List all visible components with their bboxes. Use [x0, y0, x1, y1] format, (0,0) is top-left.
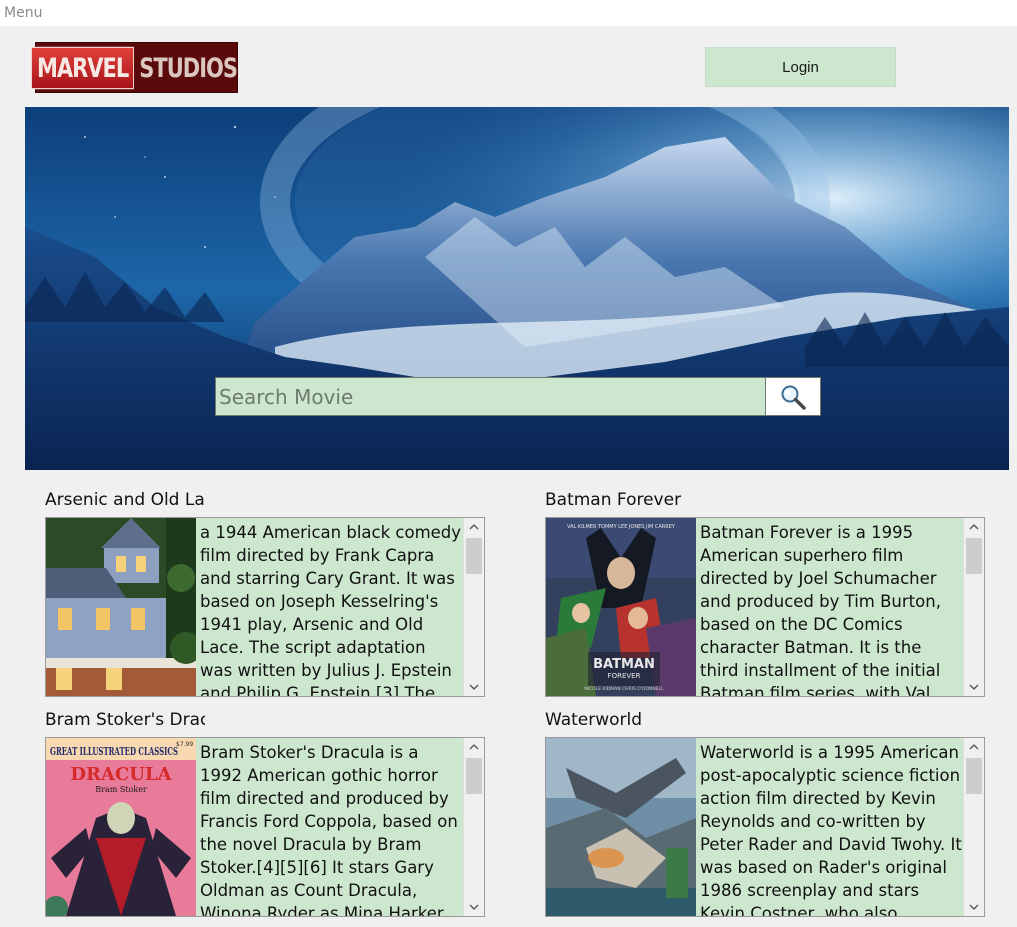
scrollbar[interactable]: [463, 738, 484, 916]
movie-card: Waterworld is a 1995 American post-apoca…: [545, 737, 985, 917]
scroll-down-arrow-icon[interactable]: [464, 678, 484, 696]
movie-description: Bram Stoker's Dracula is a 1992 American…: [200, 743, 458, 917]
scroll-up-arrow-icon[interactable]: [964, 738, 984, 756]
movie-description: a 1944 American black comedy film direct…: [200, 523, 462, 697]
movie-title: Arsenic and Old Lac: [45, 490, 205, 510]
movie-card: VAL KILMER TOMMY LEE JONES JIM CARREY BA…: [545, 517, 985, 697]
svg-text:GREAT ILLUSTRATED CLASSICS: GREAT ILLUSTRATED CLASSICS: [50, 745, 178, 758]
menu-button[interactable]: Menu: [4, 5, 42, 21]
scrollbar[interactable]: [963, 518, 984, 696]
scrollbar[interactable]: [963, 738, 984, 916]
logo-marvel-text: MARVEL: [30, 46, 135, 89]
scroll-down-arrow-icon[interactable]: [964, 898, 984, 916]
movie-poster: GREAT ILLUSTRATED CLASSICS $7.99 DRACULA…: [46, 738, 196, 916]
marvel-studios-logo: MARVEL STUDIOS: [30, 42, 238, 93]
movie-title: Waterworld: [545, 710, 643, 730]
search-button[interactable]: [765, 377, 821, 416]
scroll-up-arrow-icon[interactable]: [464, 518, 484, 536]
svg-text:BATMAN: BATMAN: [593, 657, 655, 672]
movie-description: Batman Forever is a 1995 American superh…: [700, 523, 941, 697]
scrollbar[interactable]: [463, 518, 484, 696]
scroll-down-arrow-icon[interactable]: [964, 678, 984, 696]
scrollbar-thumb[interactable]: [466, 538, 482, 574]
movie-description: Waterworld is a 1995 American post-apoca…: [700, 743, 962, 917]
scroll-up-arrow-icon[interactable]: [464, 738, 484, 756]
svg-text:DRACULA: DRACULA: [70, 764, 172, 785]
svg-text:VAL KILMER TOMMY LEE JONES: VAL KILMER TOMMY LEE JONES JIM CARREY: [567, 524, 676, 530]
scrollbar-thumb[interactable]: [966, 538, 982, 574]
scroll-up-arrow-icon[interactable]: [964, 518, 984, 536]
movie-poster: VAL KILMER TOMMY LEE JONES JIM CARREY BA…: [546, 518, 696, 696]
svg-text:$7.99: $7.99: [176, 741, 193, 748]
movie-poster: [46, 518, 196, 696]
movie-title: Batman Forever: [545, 490, 682, 510]
search-input[interactable]: [215, 377, 766, 416]
svg-text:FOREVER: FOREVER: [608, 672, 641, 680]
movie-title: Bram Stoker's Dracu: [45, 710, 205, 730]
magnifier-icon: [781, 385, 806, 410]
logo-studios-text: STUDIOS: [139, 52, 238, 83]
movie-card: a 1944 American black comedy film direct…: [45, 517, 485, 697]
scrollbar-thumb[interactable]: [466, 758, 482, 794]
movie-card: GREAT ILLUSTRATED CLASSICS $7.99 DRACULA…: [45, 737, 485, 917]
svg-text:NICOLE KIDMAN CHRIS O'DONNEL: NICOLE KIDMAN CHRIS O'DONNELL: [584, 686, 664, 692]
menu-bar: Menu: [0, 0, 1017, 26]
movie-poster: [546, 738, 696, 916]
svg-text:Bram Stoker: Bram Stoker: [95, 785, 147, 794]
login-button[interactable]: Login: [705, 47, 896, 87]
scrollbar-thumb[interactable]: [966, 758, 982, 794]
scroll-down-arrow-icon[interactable]: [464, 898, 484, 916]
